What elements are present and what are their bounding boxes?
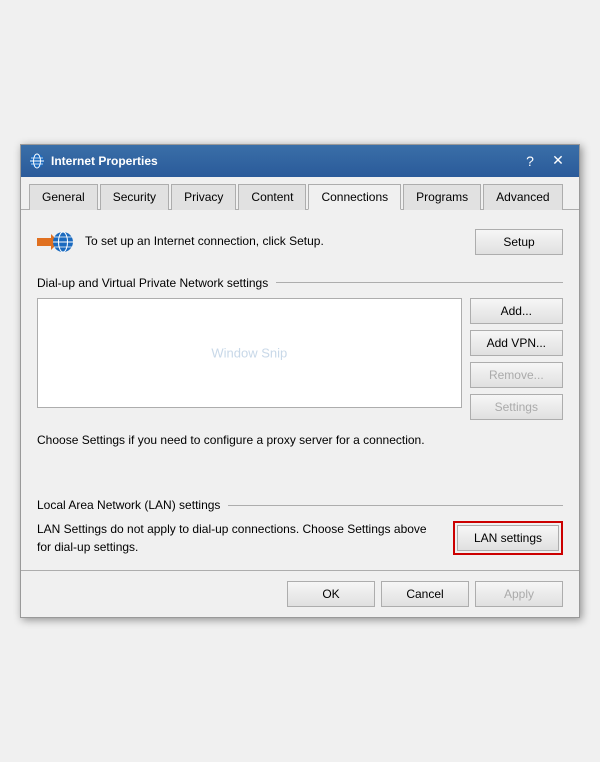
lan-row: LAN Settings do not apply to dial-up con… <box>37 520 563 556</box>
ok-button[interactable]: OK <box>287 581 375 607</box>
cancel-button[interactable]: Cancel <box>381 581 469 607</box>
vpn-buttons: Add... Add VPN... Remove... Settings <box>470 298 563 420</box>
tab-connections[interactable]: Connections <box>308 184 401 210</box>
vpn-area: Window Snip Add... Add VPN... Remove... … <box>37 298 563 420</box>
setup-description: To set up an Internet connection, click … <box>85 233 463 250</box>
tabs-bar: General Security Privacy Content Connect… <box>21 177 579 210</box>
connections-content: To set up an Internet connection, click … <box>21 210 579 571</box>
tab-security[interactable]: Security <box>100 184 169 210</box>
listbox-watermark: Window Snip <box>211 345 287 360</box>
tab-content[interactable]: Content <box>238 184 306 210</box>
tab-privacy[interactable]: Privacy <box>171 184 236 210</box>
lan-section: Local Area Network (LAN) settings LAN Se… <box>37 498 563 556</box>
setup-button[interactable]: Setup <box>475 229 563 255</box>
lan-section-header: Local Area Network (LAN) settings <box>37 498 563 512</box>
vpn-section-header: Dial-up and Virtual Private Network sett… <box>37 276 563 290</box>
bottom-bar: OK Cancel Apply <box>21 570 579 617</box>
lan-section-title: Local Area Network (LAN) settings <box>37 498 220 512</box>
title-bar-controls: ? ✕ <box>517 151 571 171</box>
window-icon <box>29 153 45 169</box>
settings-button[interactable]: Settings <box>470 394 563 420</box>
add-button[interactable]: Add... <box>470 298 563 324</box>
tab-general[interactable]: General <box>29 184 98 210</box>
internet-properties-window: Internet Properties ? ✕ General Security… <box>20 144 580 619</box>
spacer <box>37 468 563 498</box>
vpn-section-title: Dial-up and Virtual Private Network sett… <box>37 276 268 290</box>
title-bar: Internet Properties ? ✕ <box>21 145 579 177</box>
help-button[interactable]: ? <box>517 151 543 171</box>
lan-description: LAN Settings do not apply to dial-up con… <box>37 520 441 556</box>
lan-button-highlight: LAN settings <box>453 521 563 555</box>
tab-programs[interactable]: Programs <box>403 184 481 210</box>
vpn-section-line <box>276 282 563 283</box>
tab-advanced[interactable]: Advanced <box>483 184 562 210</box>
add-vpn-button[interactable]: Add VPN... <box>470 330 563 356</box>
proxy-description: Choose Settings if you need to configure… <box>37 432 563 449</box>
lan-settings-button[interactable]: LAN settings <box>457 525 559 551</box>
window-title: Internet Properties <box>51 154 517 168</box>
setup-row: To set up an Internet connection, click … <box>37 224 563 260</box>
lan-section-line <box>228 505 563 506</box>
remove-button[interactable]: Remove... <box>470 362 563 388</box>
close-button[interactable]: ✕ <box>545 151 571 171</box>
setup-icon <box>37 224 73 260</box>
vpn-listbox[interactable]: Window Snip <box>37 298 462 408</box>
apply-button[interactable]: Apply <box>475 581 563 607</box>
